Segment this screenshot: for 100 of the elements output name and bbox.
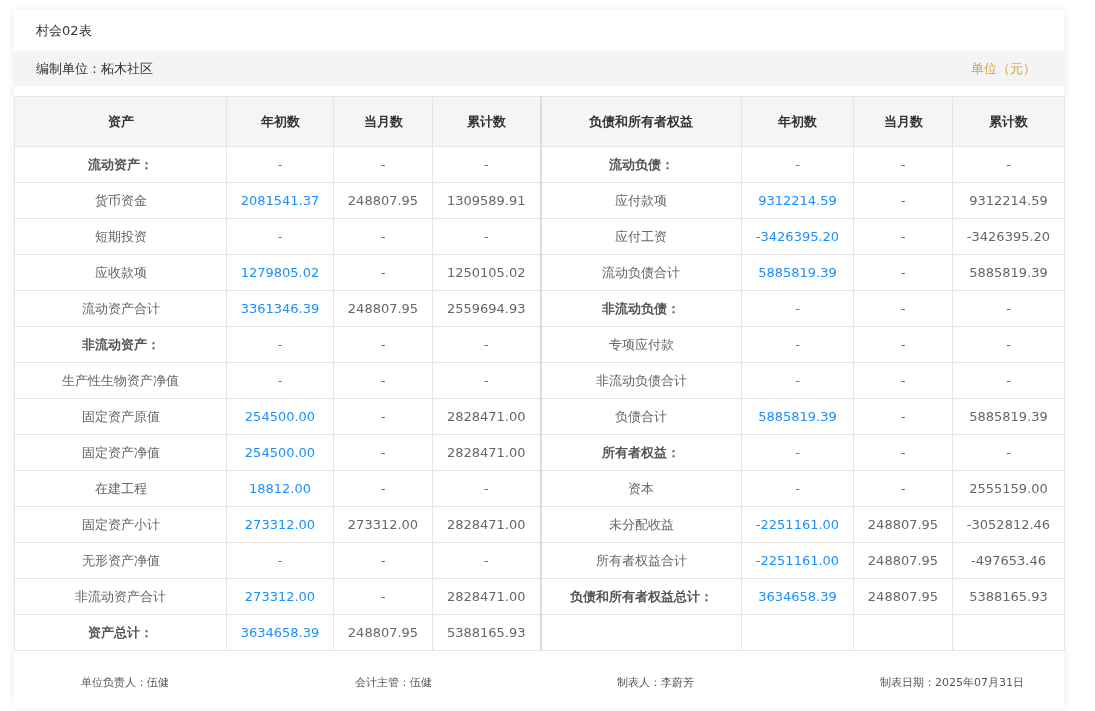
row-label: 负债和所有者权益总计：: [540, 578, 742, 615]
amount-cell: -: [226, 218, 334, 255]
amount-cell: 3634658.39: [226, 614, 334, 651]
amount-cell: -: [952, 362, 1065, 399]
amount-cell: -: [432, 146, 541, 183]
amount-cell: -: [952, 326, 1065, 363]
row-label: 非流动负债合计: [540, 362, 742, 399]
report-title: 村会02表: [36, 21, 92, 40]
amount-cell: -2251161.00: [741, 506, 854, 543]
amount-cell: -: [333, 146, 433, 183]
column-header: 负债和所有者权益: [540, 96, 742, 147]
amount-cell: -: [741, 290, 854, 327]
amount-cell: -2251161.00: [741, 542, 854, 579]
row-label: 专项应付款: [540, 326, 742, 363]
amount-cell: 2555159.00: [952, 470, 1065, 507]
row-label: 资产总计：: [14, 614, 227, 651]
row-label: 流动资产合计: [14, 290, 227, 327]
amount-cell: 248807.95: [333, 182, 433, 219]
amount-cell: -: [333, 218, 433, 255]
amount-cell: -: [333, 542, 433, 579]
amount-cell: 5885819.39: [741, 254, 854, 291]
amount-cell: 5885819.39: [741, 398, 854, 435]
amount-cell: -: [333, 254, 433, 291]
amount-cell: -: [853, 182, 953, 219]
amount-cell: 248807.95: [853, 542, 953, 579]
amount-cell: -: [226, 542, 334, 579]
column-header: 资产: [14, 96, 227, 147]
row-label: 资本: [540, 470, 742, 507]
amount-cell: -: [333, 398, 433, 435]
row-label: 应付款项: [540, 182, 742, 219]
amount-cell: -: [432, 362, 541, 399]
amount-cell: -: [741, 470, 854, 507]
amount-cell: 254500.00: [226, 434, 334, 471]
amount-cell: -3052812.46: [952, 506, 1065, 543]
amount-cell: 3361346.39: [226, 290, 334, 327]
amount-cell: 248807.95: [333, 614, 433, 651]
amount-cell: -: [432, 470, 541, 507]
amount-cell: -: [741, 326, 854, 363]
column-header: 年初数: [226, 96, 334, 147]
amount-cell: -: [853, 362, 953, 399]
amount-cell: -: [226, 146, 334, 183]
amount-cell: 2828471.00: [432, 506, 541, 543]
amount-cell: -: [333, 326, 433, 363]
amount-cell: -: [741, 146, 854, 183]
amount-cell: -: [853, 434, 953, 471]
amount-cell: -: [741, 434, 854, 471]
signature-label: 制表日期：2025年07月31日: [879, 675, 1024, 691]
amount-cell: 2828471.00: [432, 578, 541, 615]
row-label: 流动负债：: [540, 146, 742, 183]
row-label: 非流动负债：: [540, 290, 742, 327]
row-label: 生产性生物资产净值: [14, 362, 227, 399]
amount-cell: 273312.00: [226, 578, 334, 615]
amount-cell: 5885819.39: [952, 254, 1065, 291]
amount-cell: 9312214.59: [741, 182, 854, 219]
amount-cell: 5388165.93: [952, 578, 1065, 615]
amount-cell: -: [853, 218, 953, 255]
row-label: 在建工程: [14, 470, 227, 507]
row-label: 应收款项: [14, 254, 227, 291]
amount-cell: -: [853, 290, 953, 327]
amount-cell: 2081541.37: [226, 182, 334, 219]
amount-cell: 2828471.00: [432, 434, 541, 471]
row-label: 固定资产净值: [14, 434, 227, 471]
column-header: 当月数: [853, 96, 953, 147]
amount-cell: 9312214.59: [952, 182, 1065, 219]
amount-cell: 273312.00: [226, 506, 334, 543]
unit-label: 单位（元）: [971, 59, 1036, 78]
row-label: 货币资金: [14, 182, 227, 219]
row-label: 所有者权益合计: [540, 542, 742, 579]
amount-cell: -: [333, 470, 433, 507]
amount-cell: -: [333, 362, 433, 399]
amount-cell: 1279805.02: [226, 254, 334, 291]
column-header: 当月数: [333, 96, 433, 147]
amount-cell: -: [432, 542, 541, 579]
amount-cell: 1250105.02: [432, 254, 541, 291]
amount-cell: -: [952, 290, 1065, 327]
amount-cell: -: [432, 326, 541, 363]
row-label: 短期投资: [14, 218, 227, 255]
amount-cell: -497653.46: [952, 542, 1065, 579]
row-label: 负债合计: [540, 398, 742, 435]
amount-cell: -: [226, 362, 334, 399]
org-label: 编制单位：柘木社区: [36, 59, 153, 78]
amount-cell: -: [853, 254, 953, 291]
amount-cell: -: [432, 218, 541, 255]
column-header: 累计数: [952, 96, 1065, 147]
row-label: 流动负债合计: [540, 254, 742, 291]
amount-cell: -: [741, 362, 854, 399]
row-label: 无形资产净值: [14, 542, 227, 579]
amount-cell: -: [952, 146, 1065, 183]
column-header: 累计数: [432, 96, 541, 147]
amount-cell: 248807.95: [853, 578, 953, 615]
column-header: 年初数: [741, 96, 854, 147]
amount-cell: -: [853, 326, 953, 363]
amount-cell: 273312.00: [333, 506, 433, 543]
amount-cell: -: [853, 470, 953, 507]
row-label: 非流动资产：: [14, 326, 227, 363]
row-label: 所有者权益：: [540, 434, 742, 471]
signature-label: 单位负责人：伍健: [81, 675, 169, 691]
amount-cell: -: [853, 146, 953, 183]
amount-cell: 18812.00: [226, 470, 334, 507]
row-label: 未分配收益: [540, 506, 742, 543]
